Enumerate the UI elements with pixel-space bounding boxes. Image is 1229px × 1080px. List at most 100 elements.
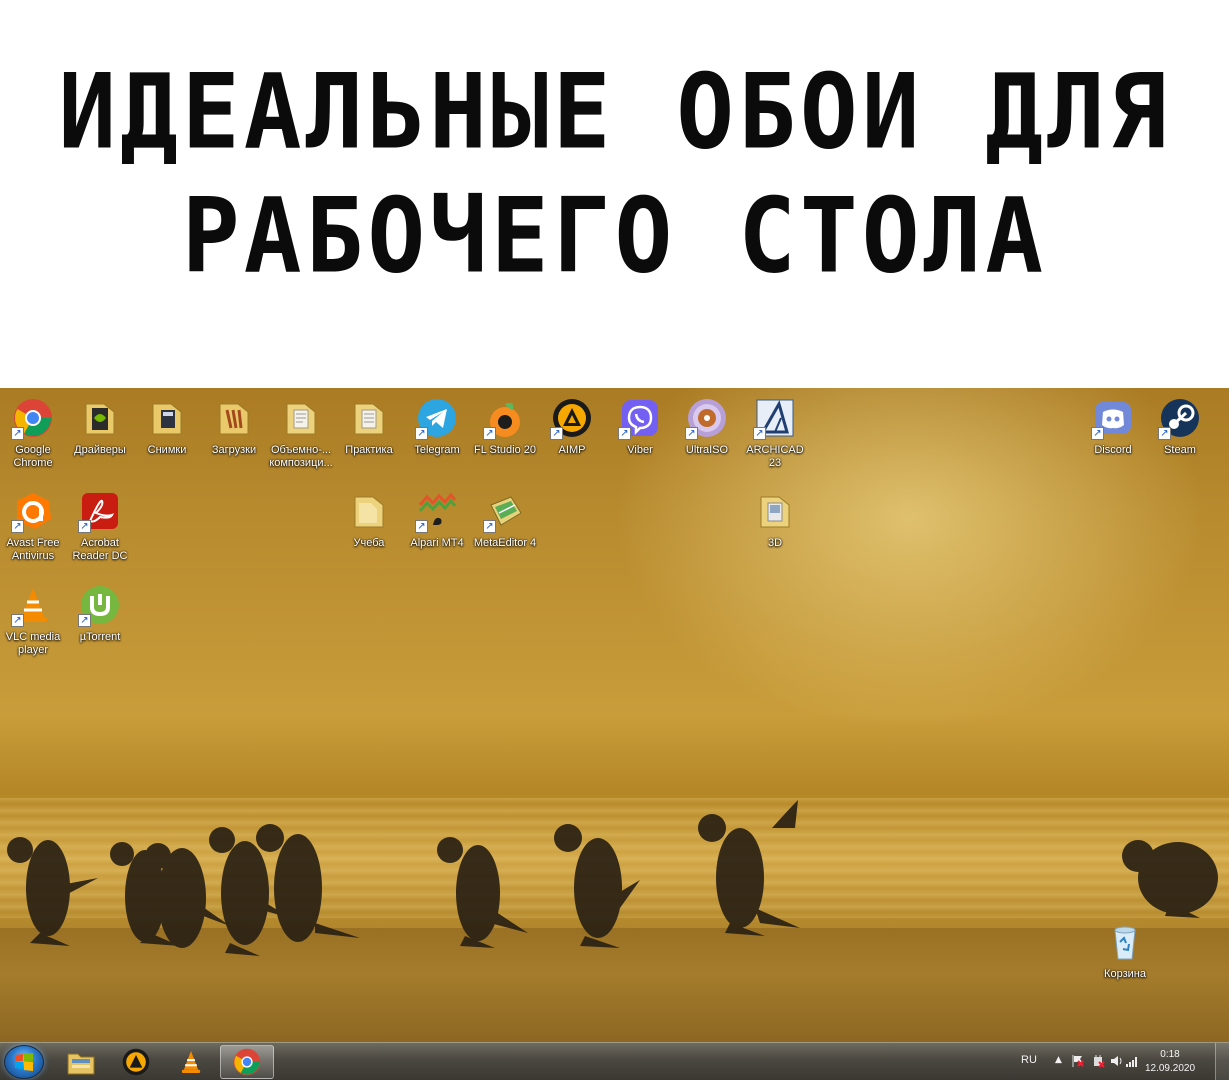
desktop-icon-alpari[interactable]: ↗ Alpari MT4 — [404, 489, 470, 550]
desktop-icon-label: Avast Free Antivirus — [6, 537, 60, 562]
caption-line-1: ИДЕАЛЬНЫЕ ОБОИ ДЛЯ — [58, 51, 1171, 173]
desktop-icon-3d-folder[interactable]: 3D — [742, 489, 808, 550]
desktop-icon-utorrent[interactable]: ↗ µTorrent — [67, 583, 133, 644]
volume-icon[interactable] — [1109, 1054, 1123, 1068]
desktop-icon-label: µTorrent — [79, 631, 121, 643]
fl-studio-icon: ↗ — [483, 396, 527, 440]
clock[interactable]: 0:18 12.09.2020 — [1141, 1048, 1199, 1076]
avast-icon: ↗ — [11, 489, 55, 533]
taskbar-aimp[interactable] — [109, 1045, 163, 1079]
utorrent-icon: ↗ — [78, 583, 122, 627]
taskbar-vlc[interactable] — [164, 1045, 218, 1079]
vlc-icon — [181, 1050, 201, 1074]
viber-icon: ↗ — [618, 396, 662, 440]
steam-icon: ↗ — [1158, 396, 1202, 440]
safely-remove-hardware-icon[interactable] — [1091, 1054, 1105, 1068]
desktop-icon-label: AIMP — [558, 444, 586, 456]
desktop-icon-label: FL Studio 20 — [474, 444, 536, 456]
sea-glint — [0, 798, 1229, 918]
windows-logo-icon — [15, 1053, 33, 1071]
desktop-icon-drivers-folder[interactable]: Драйверы — [67, 396, 133, 457]
desktop-icon-metaeditor[interactable]: ↗ MetaEditor 4 — [472, 489, 538, 550]
beach — [0, 928, 1229, 1042]
archicad-icon: ↗ — [753, 396, 797, 440]
desktop-icon-aimp[interactable]: ↗ AIMP — [539, 396, 605, 457]
telegram-icon: ↗ — [415, 396, 459, 440]
acrobat-icon: ↗ — [78, 489, 122, 533]
desktop-icon-recycle-bin[interactable]: Корзина — [1092, 920, 1158, 981]
shortcut-arrow-icon: ↗ — [415, 427, 428, 440]
aimp-icon — [122, 1048, 150, 1076]
caption-line-2: РАБОЧЕГО СТОЛА — [181, 175, 1048, 297]
desktop-icon-label: 3D — [767, 537, 783, 549]
clock-time: 0:18 — [1160, 1049, 1180, 1060]
metaeditor-icon: ↗ — [483, 489, 527, 533]
shortcut-arrow-icon: ↗ — [685, 427, 698, 440]
desktop-icon-practice-folder[interactable]: Практика — [336, 396, 402, 457]
shortcut-arrow-icon: ↗ — [1158, 427, 1171, 440]
taskbar-explorer[interactable] — [54, 1045, 108, 1079]
folder-icon — [279, 396, 323, 440]
shortcut-arrow-icon: ↗ — [483, 427, 496, 440]
desktop-icon-chrome[interactable]: ↗ Google Chrome — [0, 396, 66, 470]
shortcut-arrow-icon: ↗ — [11, 520, 24, 533]
meme-caption: ИДЕАЛЬНЫЕ ОБОИ ДЛЯ РАБОЧЕГО СТОЛА — [0, 0, 1229, 388]
desktop-icon-label: Steam — [1164, 444, 1196, 456]
recycle-bin-icon — [1103, 920, 1147, 964]
desktop-icon-label: Alpari MT4 — [410, 537, 464, 549]
aimp-icon: ↗ — [550, 396, 594, 440]
desktop-icon-label: Telegram — [414, 444, 460, 456]
shortcut-arrow-icon: ↗ — [11, 614, 24, 627]
desktop-icon-study-folder[interactable]: Учеба — [336, 489, 402, 550]
vlc-icon: ↗ — [11, 583, 55, 627]
shortcut-arrow-icon: ↗ — [753, 427, 766, 440]
desktop-icon-label: Драйверы — [74, 444, 126, 456]
folder-icon — [212, 396, 256, 440]
desktop-icon-compositions-folder[interactable]: Объемно-... композици... — [268, 396, 334, 470]
folder-icon — [753, 489, 797, 533]
taskbar: RU ▲ 0:18 12.09.2020 — [0, 1042, 1229, 1080]
desktop-wallpaper[interactable] — [0, 388, 1229, 1042]
desktop-icon-label: Корзина — [1104, 968, 1146, 980]
desktop-icon-steam[interactable]: ↗ Steam — [1147, 396, 1213, 457]
folder-icon — [78, 396, 122, 440]
desktop-icon-screenshots-folder[interactable]: Снимки — [134, 396, 200, 457]
desktop-icon-label: Discord — [1094, 444, 1132, 456]
desktop-icon-discord[interactable]: ↗ Discord — [1080, 396, 1146, 457]
action-center-flag-icon[interactable] — [1071, 1054, 1085, 1068]
desktop-icon-label: Объемно-... композици... — [269, 444, 333, 469]
desktop-icon-downloads-folder[interactable]: Загрузки — [201, 396, 267, 457]
shortcut-arrow-icon: ↗ — [550, 427, 563, 440]
folder-icon — [347, 396, 391, 440]
desktop-icon-acrobat[interactable]: ↗ Acrobat Reader DC — [67, 489, 133, 563]
desktop-icon-label: ARCHICAD 23 — [746, 444, 804, 469]
show-hidden-icons-icon[interactable]: ▲ — [1055, 1055, 1062, 1065]
start-button[interactable] — [4, 1045, 44, 1079]
language-indicator[interactable]: RU — [1021, 1054, 1037, 1066]
desktop-icon-label: Снимки — [147, 444, 187, 456]
ultraiso-icon: ↗ — [685, 396, 729, 440]
desktop-icon-label: Загрузки — [211, 444, 257, 456]
folder-icon — [347, 489, 391, 533]
chrome-icon — [233, 1048, 261, 1076]
shortcut-arrow-icon: ↗ — [415, 520, 428, 533]
shortcut-arrow-icon: ↗ — [1091, 427, 1104, 440]
taskbar-chrome[interactable] — [220, 1045, 274, 1079]
desktop-icon-fl-studio[interactable]: ↗ FL Studio 20 — [472, 396, 538, 457]
explorer-icon — [67, 1053, 95, 1075]
show-desktop-button[interactable] — [1215, 1043, 1229, 1080]
desktop-icon-avast[interactable]: ↗ Avast Free Antivirus — [0, 489, 66, 563]
desktop-icon-label: Практика — [345, 444, 393, 456]
network-signal-icon[interactable] — [1125, 1054, 1139, 1068]
shortcut-arrow-icon: ↗ — [78, 520, 91, 533]
desktop-icon-viber[interactable]: ↗ Viber — [607, 396, 673, 457]
alpari-icon: ↗ — [415, 489, 459, 533]
discord-icon: ↗ — [1091, 396, 1135, 440]
system-tray: RU ▲ 0:18 12.09.2020 — [999, 1043, 1229, 1080]
desktop-icon-ultraiso[interactable]: ↗ UltraISO — [674, 396, 740, 457]
desktop-icon-label: VLC media player — [5, 631, 61, 656]
shortcut-arrow-icon: ↗ — [483, 520, 496, 533]
desktop-icon-telegram[interactable]: ↗ Telegram — [404, 396, 470, 457]
desktop-icon-vlc[interactable]: ↗ VLC media player — [0, 583, 66, 657]
desktop-icon-archicad[interactable]: ↗ ARCHICAD 23 — [742, 396, 808, 470]
